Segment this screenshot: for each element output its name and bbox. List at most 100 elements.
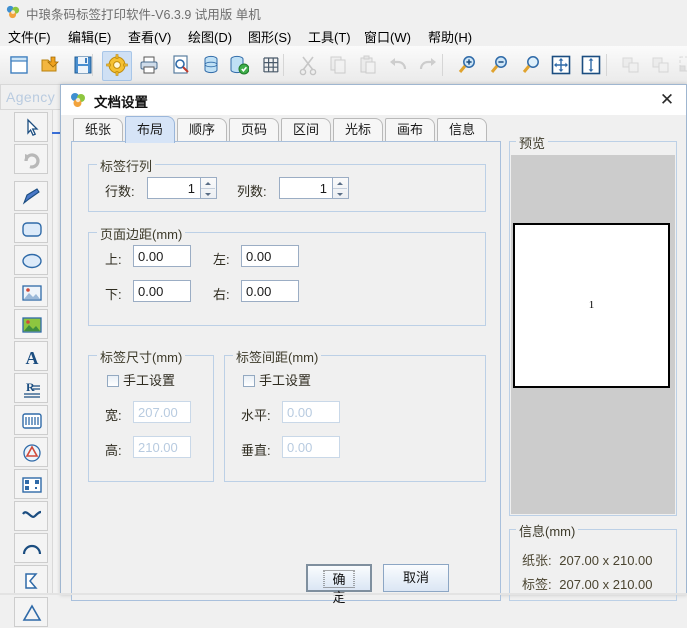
line-tool[interactable] <box>14 181 48 211</box>
ellipse-tool[interactable] <box>14 245 48 275</box>
menu-item-tools[interactable]: 工具(T) <box>308 27 351 46</box>
rows-stepper[interactable] <box>201 177 217 199</box>
qrcode-icon <box>22 477 42 493</box>
shape-tool[interactable] <box>14 437 48 467</box>
tab-order[interactable]: 顺序 <box>177 118 227 142</box>
rows-label: 行数: <box>105 184 135 199</box>
tab-cursor[interactable]: 光标 <box>333 118 383 142</box>
gap-horizontal-input[interactable] <box>282 401 340 423</box>
rectangle-icon <box>22 222 42 237</box>
copy-icon <box>330 56 346 74</box>
arc-tool[interactable] <box>14 533 48 563</box>
rich-text-icon: R <box>24 380 40 398</box>
preview-group: 预览 1 <box>509 133 677 516</box>
menu-item-file[interactable]: 文件(F) <box>8 27 51 46</box>
cols-stepper-up[interactable] <box>333 178 347 188</box>
database-connect-icon[interactable] <box>229 54 249 76</box>
cols-input[interactable] <box>279 177 333 199</box>
toolbar-separator <box>606 54 607 76</box>
tab-info[interactable]: 信息 <box>437 118 487 142</box>
svg-text:R: R <box>26 380 35 394</box>
gap-vertical-input[interactable] <box>282 436 340 458</box>
tab-layout[interactable]: 布局 <box>125 116 175 143</box>
fit-page-icon[interactable] <box>550 54 572 76</box>
database-icon[interactable] <box>202 54 220 76</box>
barcode-tool[interactable] <box>14 405 48 435</box>
new-document-icon[interactable] <box>8 54 30 76</box>
gap-horizontal-label: 水平: <box>241 408 271 423</box>
margin-left-input[interactable] <box>241 245 299 267</box>
label-width-label: 宽: <box>105 408 122 423</box>
label-height-label: 高: <box>105 443 122 458</box>
cols-stepper[interactable] <box>333 177 349 199</box>
rows-stepper-down[interactable] <box>201 188 215 199</box>
menu-bar: 文件(F) 编辑(E) 查看(V) 绘图(D) 图形(S) 工具(T) 窗口(W… <box>0 24 687 46</box>
menu-item-view[interactable]: 查看(V) <box>128 27 171 46</box>
margin-bottom-input[interactable] <box>133 280 191 302</box>
label-size-manual-checkbox[interactable]: 手工设置 <box>107 370 175 389</box>
menu-item-help[interactable]: 帮助(H) <box>428 27 472 46</box>
document-settings-icon[interactable] <box>106 54 128 76</box>
image-tool[interactable] <box>14 277 48 307</box>
info-label-label: 标签: <box>522 577 552 592</box>
label-width-input[interactable] <box>133 401 191 423</box>
fit-width-icon[interactable] <box>580 54 602 76</box>
tab-canvas[interactable]: 画布 <box>385 118 435 142</box>
tab-paper[interactable]: 纸张 <box>73 118 123 142</box>
margin-right-input[interactable] <box>241 280 299 302</box>
cut-icon <box>299 56 317 76</box>
menu-item-window[interactable]: 窗口(W) <box>364 27 411 46</box>
tab-range[interactable]: 区间 <box>281 118 331 142</box>
text-a-icon: A <box>26 348 39 368</box>
ellipse-icon <box>22 253 42 269</box>
print-preview-icon[interactable] <box>170 54 192 76</box>
triangle-tool[interactable] <box>14 597 48 627</box>
cancel-button[interactable]: 取消 <box>383 564 449 592</box>
info-label-row: 标签: 207.00 x 210.00 <box>522 574 653 593</box>
cols-label: 列数: <box>237 184 267 199</box>
menu-item-draw[interactable]: 绘图(D) <box>188 27 232 46</box>
image-fill-tool[interactable] <box>14 309 48 339</box>
rows-stepper-up[interactable] <box>201 178 215 188</box>
select-tool[interactable] <box>14 112 48 142</box>
rows-cols-group: 标签行列 行数: 列数: <box>88 156 486 212</box>
print-icon[interactable] <box>138 54 160 76</box>
curve-icon <box>22 510 42 518</box>
polygon-icon <box>25 573 38 589</box>
pen-icon <box>22 188 40 205</box>
tab-pagenum[interactable]: 页码 <box>229 118 279 142</box>
curve-tool[interactable] <box>14 501 48 531</box>
menu-item-edit[interactable]: 编辑(E) <box>68 27 111 46</box>
barcode-icon <box>22 413 42 429</box>
label-gap-manual-checkbox[interactable]: 手工设置 <box>243 370 311 389</box>
rotate-tool[interactable] <box>14 144 48 174</box>
grid-icon[interactable] <box>260 54 282 76</box>
save-document-icon[interactable] <box>72 54 94 76</box>
preview-area: 1 <box>511 155 675 514</box>
close-icon[interactable]: ✕ <box>654 89 680 111</box>
document-settings-dialog: 文档设置 ✕ 纸张 布局 顺序 页码 区间 光标 画布 信息 标签行列 行数: <box>60 84 687 605</box>
menu-item-shape[interactable]: 图形(S) <box>248 27 291 46</box>
rows-input[interactable] <box>147 177 201 199</box>
ok-button[interactable]: 确定 <box>306 564 372 605</box>
page-margins-group-caption: 页面边距(mm) <box>97 224 186 243</box>
zoom-out-icon[interactable] <box>489 54 511 76</box>
margin-bottom-label: 下: <box>105 287 122 302</box>
text-tool[interactable]: A <box>14 341 48 371</box>
info-paper-row: 纸张: 207.00 x 210.00 <box>522 550 653 569</box>
zoom-actual-icon[interactable] <box>521 54 543 76</box>
cols-stepper-down[interactable] <box>333 188 347 199</box>
layout-tab-panel: 标签行列 行数: 列数: 页面边距(mm) 上: 左: <box>71 141 501 601</box>
rectangle-tool[interactable] <box>14 213 48 243</box>
checkbox-box <box>243 375 255 387</box>
qrcode-tool[interactable] <box>14 469 48 499</box>
rich-text-tool[interactable]: R <box>14 373 48 403</box>
margin-top-input[interactable] <box>133 245 191 267</box>
open-document-icon[interactable] <box>40 54 62 76</box>
label-height-input[interactable] <box>133 436 191 458</box>
dialog-tab-strip: 纸张 布局 顺序 页码 区间 光标 画布 信息 <box>61 115 686 143</box>
zoom-in-icon[interactable] <box>457 54 479 76</box>
polygon-tool[interactable] <box>14 565 48 595</box>
app-logo-icon <box>6 5 20 19</box>
rotate-icon <box>24 153 40 169</box>
